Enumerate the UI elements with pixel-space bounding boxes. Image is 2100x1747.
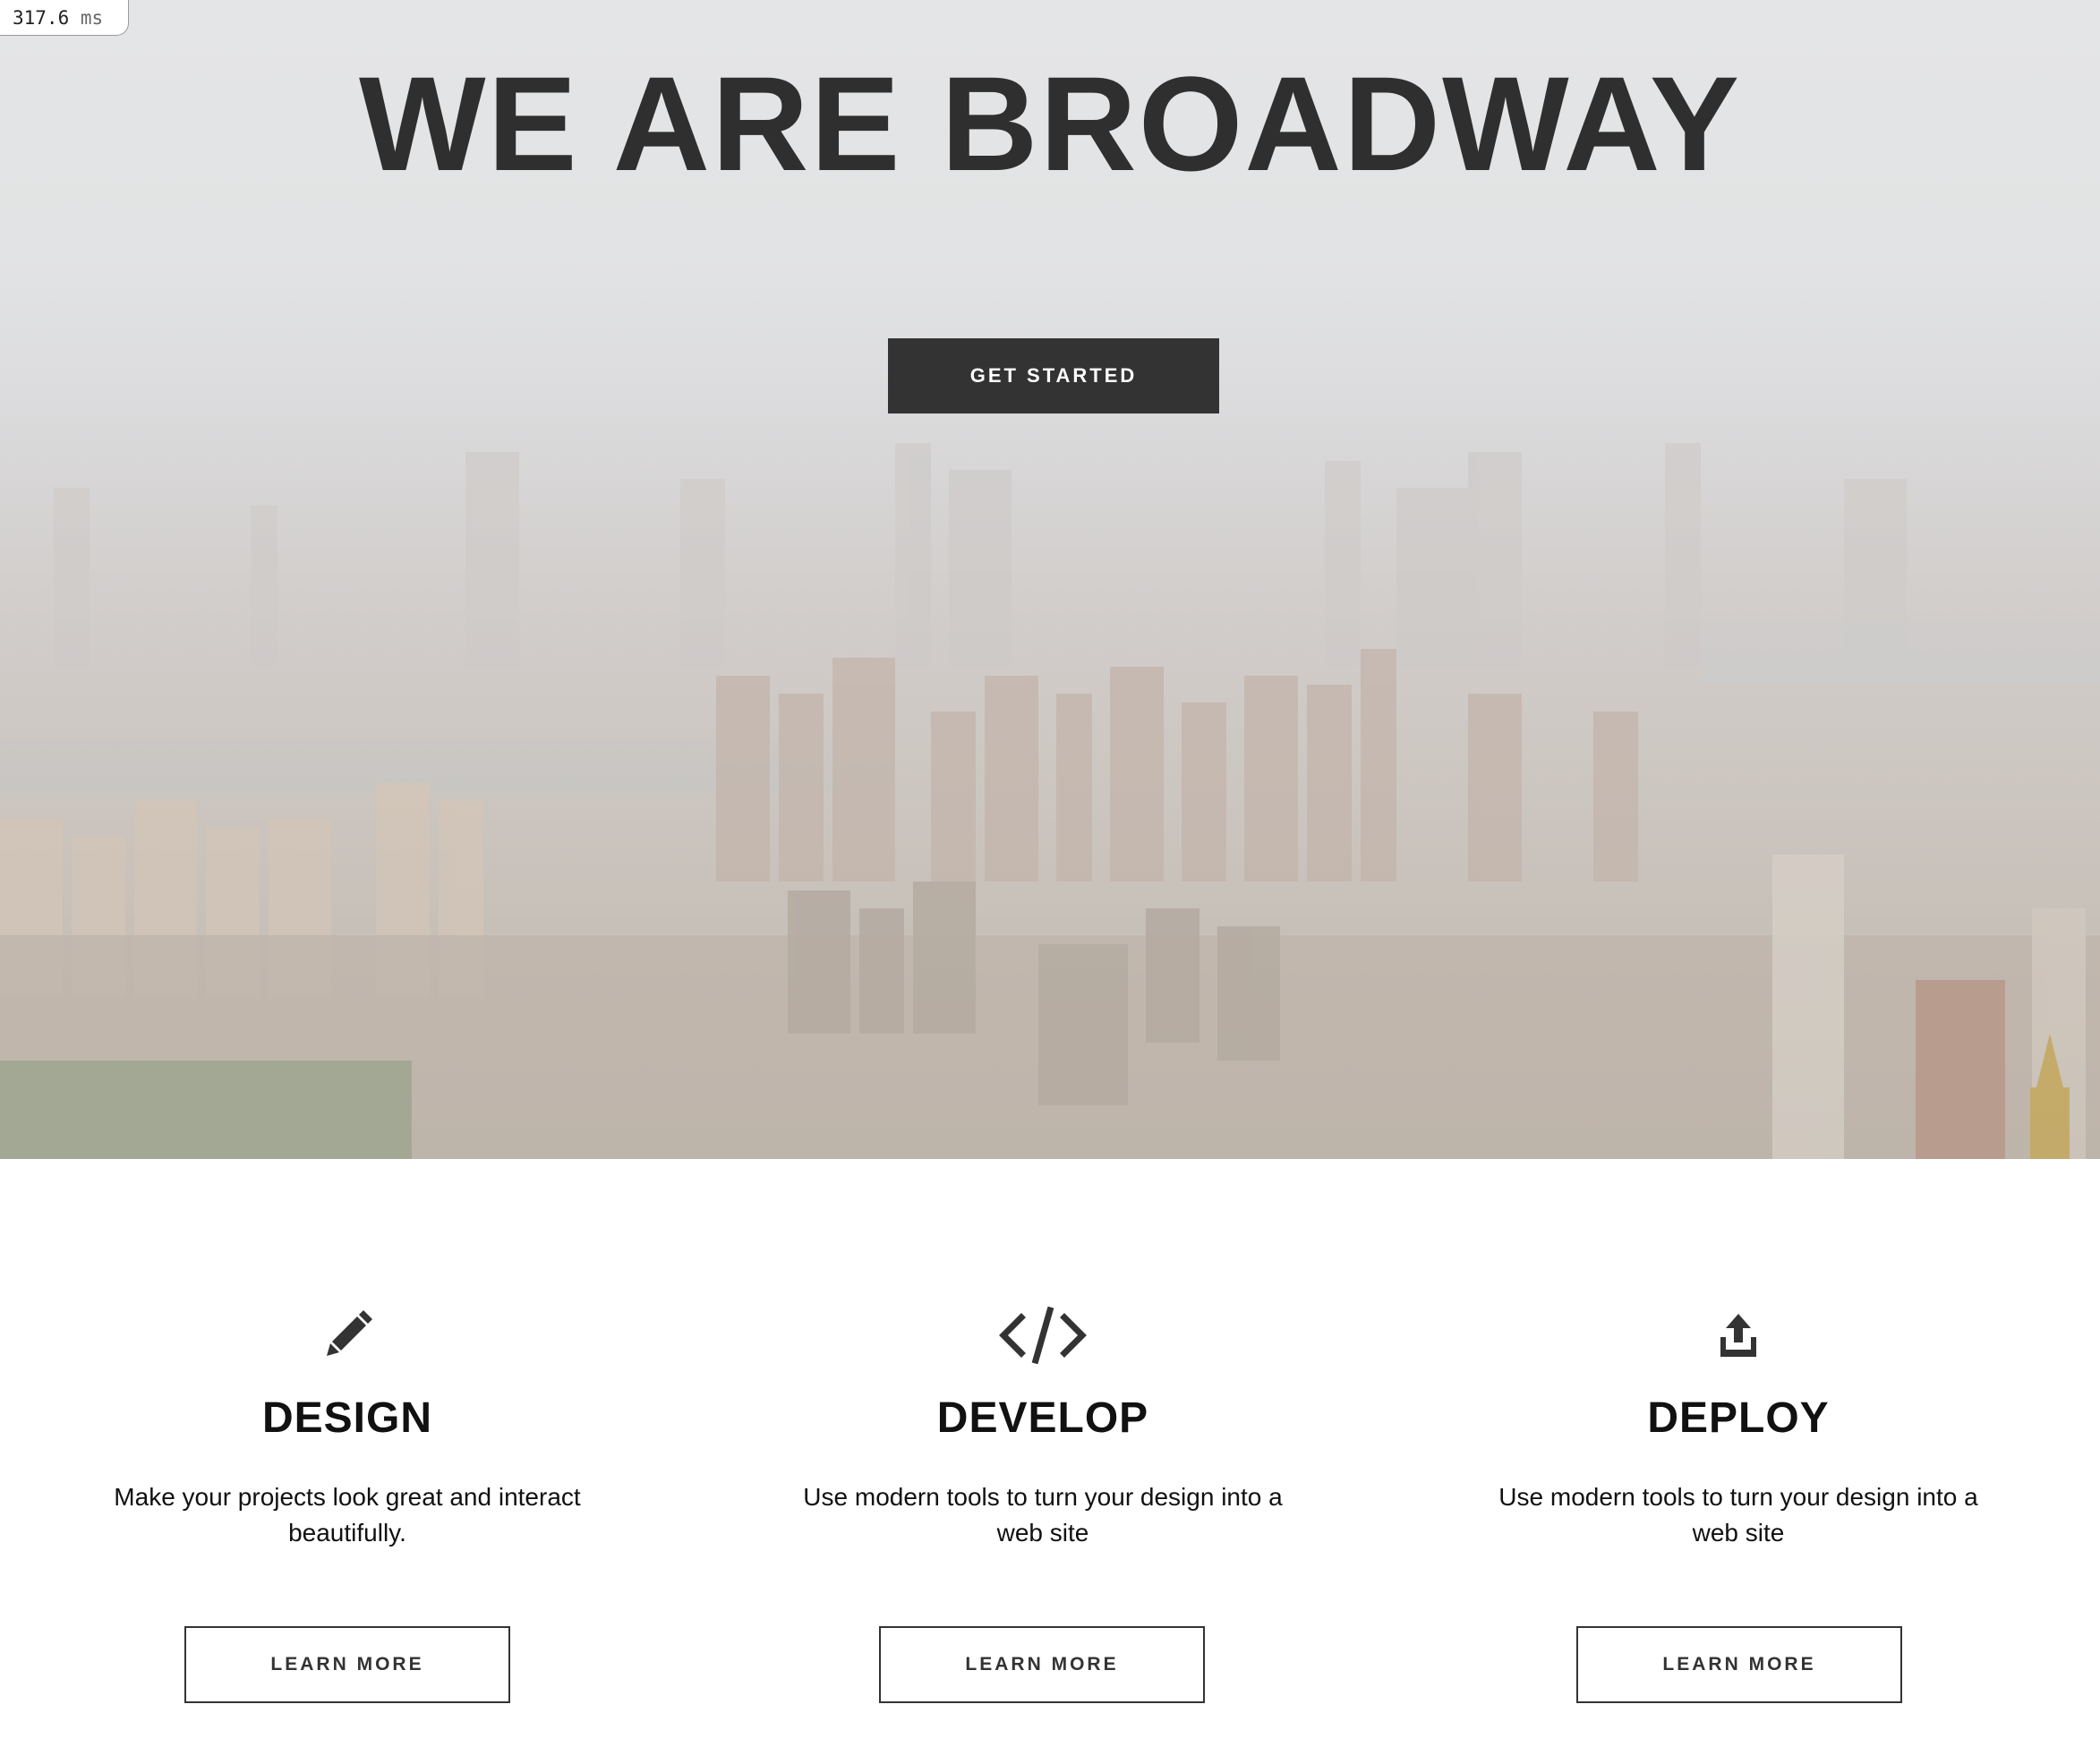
render-timer-value: 317.6	[13, 7, 70, 29]
feature-description: Use modern tools to turn your design int…	[803, 1483, 1283, 1547]
learn-more-button[interactable]: LEARN MORE	[879, 1626, 1205, 1703]
feature-description: Use modern tools to turn your design int…	[1498, 1483, 1978, 1547]
get-started-button[interactable]: GET STARTED	[888, 338, 1219, 413]
feature-title: DESIGN	[261, 1394, 433, 1442]
pencil-icon	[97, 1304, 598, 1367]
feature-title: DEVELOP	[936, 1394, 1149, 1442]
hero-title: WE ARE BROADWAY	[359, 48, 1741, 199]
render-timer-badge: 317.6 ms	[0, 0, 129, 36]
upload-icon	[1488, 1304, 1989, 1367]
learn-more-button[interactable]: LEARN MORE	[1576, 1626, 1902, 1703]
render-timer-unit: ms	[80, 7, 104, 29]
features-section: DESIGN Make your projects look great and…	[0, 1159, 2100, 1747]
feature-title: DEPLOY	[1647, 1394, 1830, 1442]
feature-description: Make your projects look great and intera…	[114, 1483, 581, 1547]
hero-section: WE ARE BROADWAY GET STARTED	[0, 0, 2100, 1159]
learn-more-button[interactable]: LEARN MORE	[184, 1626, 510, 1703]
city-skyline-background	[0, 354, 2100, 1159]
code-icon	[792, 1304, 1293, 1367]
